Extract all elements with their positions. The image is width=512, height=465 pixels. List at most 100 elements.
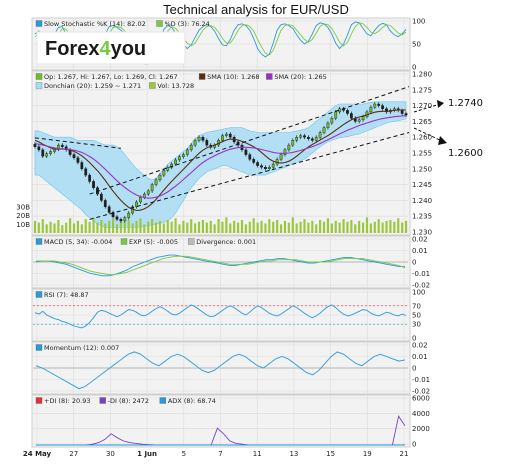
candle-body — [185, 149, 189, 155]
logo-part2: you — [111, 38, 147, 60]
volume-bar — [174, 218, 177, 233]
down-arrowhead — [438, 136, 447, 145]
volume-bar — [287, 222, 290, 233]
up-arrowhead — [437, 100, 444, 108]
candle-body — [41, 149, 45, 157]
y-tick-label: 1.245 — [412, 181, 432, 189]
candle-body — [369, 106, 373, 113]
volume-bar — [205, 222, 208, 233]
volume-bar — [229, 223, 232, 233]
candle-body — [228, 133, 232, 138]
volume-bar — [319, 220, 322, 233]
candle-body — [221, 135, 224, 141]
volume-bar — [256, 222, 259, 233]
candle-body — [88, 174, 92, 182]
volume-bar — [65, 222, 68, 233]
candle-body — [224, 133, 228, 136]
volume-bar — [139, 218, 142, 233]
volume-bar — [291, 217, 294, 233]
volume-bar — [143, 224, 146, 233]
legend-label: Divergence: 0.001 — [196, 238, 256, 246]
y-tick-label: 1.235 — [412, 213, 432, 221]
candle-body — [60, 144, 64, 147]
volume-bar — [326, 218, 329, 233]
volume-bar — [342, 219, 345, 233]
legend-label: Op: 1.267, Hi: 1.267, Lo: 1.269, Cl: 1.2… — [44, 73, 178, 81]
x-tick-label: 7 — [218, 450, 222, 458]
legend-label: MACD (5, 34): -0.004 — [44, 238, 112, 246]
legend-swatch — [35, 344, 43, 351]
volume-bar — [112, 219, 115, 233]
volume-bar — [217, 219, 220, 233]
y-tick-label: 50 — [412, 312, 421, 320]
candle-body — [154, 179, 158, 185]
volume-bar — [299, 221, 302, 233]
legend-label: +DI (8): 20.93 — [44, 397, 91, 405]
y-tick-label: 0 — [412, 441, 416, 449]
candle-body — [299, 135, 302, 138]
volume-bar — [346, 221, 349, 233]
y-tick-label: 1.240 — [412, 197, 432, 205]
legend-label: Vol: 13.728 — [157, 82, 194, 90]
candle-body — [381, 105, 384, 109]
volume-bar — [41, 219, 44, 233]
candle-body — [99, 193, 103, 201]
target-up-label: 1.2740 — [448, 98, 483, 109]
candle-body — [80, 162, 84, 169]
candle-body — [287, 144, 291, 151]
y-tick-label: 1.265 — [412, 118, 432, 126]
x-tick-label: 19 — [363, 450, 372, 458]
candle-body — [119, 219, 123, 222]
x-tick-label: 15 — [326, 450, 335, 458]
candle-body — [303, 135, 306, 138]
legend-swatch — [35, 291, 43, 298]
y-tick-label: 50 — [412, 41, 421, 49]
candle-body — [334, 111, 338, 119]
y-tick-label: 1.280 — [412, 71, 432, 79]
candle-body — [357, 119, 361, 122]
volume-bar — [330, 223, 333, 233]
y-tick-label: 100 — [412, 18, 425, 26]
x-tick-label: 21 — [400, 450, 409, 458]
y-tick-label: 0.01 — [412, 353, 428, 361]
legend-label: RSI (7): 48.87 — [44, 291, 89, 299]
y-tick-label: 0 — [412, 259, 416, 267]
volume-bar — [401, 222, 404, 233]
volume-bar — [194, 223, 197, 233]
candle-body — [162, 170, 166, 176]
volume-bar — [162, 223, 165, 233]
chart-canvas: 24 May 27 30 1 Jun 5 7 11 13 15 19 210501001.2301.… — [16, 17, 483, 458]
volume-bar — [404, 220, 408, 233]
volume-bar — [381, 222, 384, 233]
legend-label: EXP (5): -0.005 — [129, 238, 178, 246]
volume-bar — [190, 219, 193, 233]
x-tick-label: 11 — [253, 450, 262, 458]
legend-label: SMA (20): 1.265 — [274, 73, 326, 81]
candle-body — [182, 154, 185, 157]
x-tick-label: 24 May — [23, 450, 52, 458]
volume-bar — [158, 220, 162, 233]
candle-body — [201, 136, 205, 141]
candle-body — [252, 159, 256, 163]
volume-bar — [197, 221, 201, 233]
volume-bar — [303, 219, 306, 233]
legend-label: SMA (10): 1.268 — [207, 73, 259, 81]
candle-body — [193, 140, 197, 146]
candle-body — [400, 110, 404, 114]
y-tick-label: 2000 — [412, 425, 430, 433]
volume-bar — [166, 220, 169, 233]
y-tick-label: 6000 — [412, 395, 430, 403]
candle-body — [295, 136, 299, 141]
volume-bar — [154, 222, 158, 233]
svg-text:Forex4you: Forex4you — [45, 38, 146, 60]
candle-body — [244, 149, 248, 155]
candle-body — [33, 143, 37, 147]
candle-body — [267, 167, 271, 170]
volume-bar — [61, 225, 64, 233]
legend-swatch — [159, 397, 167, 404]
volume-bar — [84, 219, 87, 233]
volume-bar — [358, 220, 361, 233]
volume-bar — [37, 222, 40, 233]
volume-bar — [45, 224, 48, 233]
volume-bar — [108, 220, 111, 233]
